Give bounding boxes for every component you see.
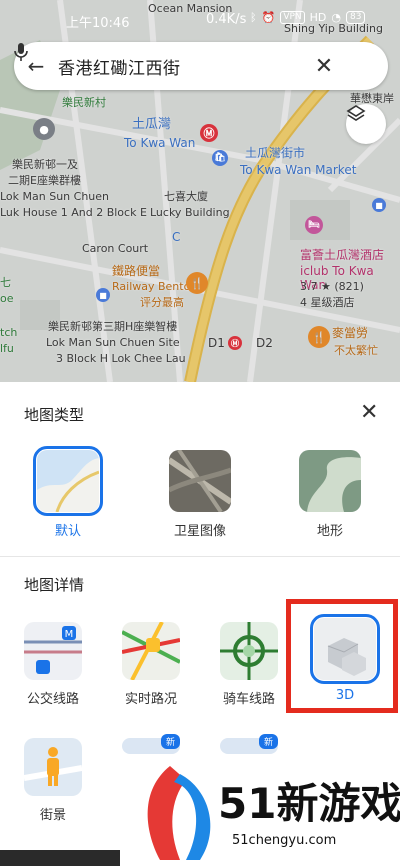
map-label: Caron Court: [82, 242, 149, 255]
map-view[interactable]: 上午10:46 0.4K/s ᛒ ⏰ VPN HD ◔ 83 Ocean Man…: [0, 0, 400, 382]
new-badge: 新: [258, 734, 278, 749]
map-label: 樂民新邨一及: [12, 158, 78, 171]
detail-bicycling[interactable]: 骑车线路: [204, 622, 294, 707]
search-bar[interactable]: ← 香港红磡江西街 ✕: [14, 42, 388, 90]
detail-new-2[interactable]: 新: [204, 734, 294, 754]
map-details-title: 地图详情: [24, 576, 85, 594]
map-label: To Kwa Wan: [124, 136, 196, 150]
map-label: 七喜大廈: [164, 190, 208, 203]
transit-thumbnail: M: [24, 622, 82, 680]
bluetooth-icon: ᛒ: [250, 11, 257, 24]
map-label: Shing Yip Building: [284, 22, 383, 35]
map-label: 麥當勞: [332, 326, 369, 340]
hotel-pin-icon[interactable]: 🛏: [305, 216, 323, 234]
new-badge: 新: [160, 734, 180, 749]
map-type-default[interactable]: 默认: [28, 446, 108, 539]
gesture-bar: [0, 850, 120, 866]
location-pin-icon[interactable]: ●: [33, 118, 55, 140]
close-icon[interactable]: ✕: [360, 402, 378, 424]
map-label: Railway Bento: [112, 280, 191, 293]
map-label: Lok Man Sun Chuen: [0, 190, 110, 203]
poi-pin-icon[interactable]: ■: [372, 198, 386, 212]
terrain-map-thumbnail: [299, 450, 361, 512]
detail-label: 公交线路: [26, 692, 79, 707]
detail-label: 实时路况: [124, 692, 177, 707]
status-time: 上午10:46: [66, 16, 130, 31]
transit-badge: M: [65, 629, 74, 640]
map-type-label: 地形: [316, 524, 343, 539]
alarm-icon: ⏰: [261, 11, 276, 24]
detail-label: 骑车线路: [222, 692, 275, 707]
map-label: oe: [0, 292, 14, 305]
screen: 上午10:46 0.4K/s ᛒ ⏰ VPN HD ◔ 83 Ocean Man…: [0, 0, 400, 866]
street-view-thumbnail: [24, 738, 82, 796]
traffic-thumbnail: [122, 622, 180, 680]
map-label: 富薈土瓜灣酒店: [300, 248, 385, 262]
layers-button[interactable]: [346, 104, 386, 144]
map-label: 4 星级酒店: [300, 296, 355, 309]
map-label: 二期E座樂群樓: [8, 174, 81, 187]
map-label: Luk House 1 And 2 Block E: [0, 206, 147, 219]
map-label: tch: [0, 326, 18, 339]
map-label: D2: [256, 336, 273, 350]
section-divider: [0, 556, 400, 557]
map-label: 不太繁忙: [334, 344, 378, 357]
watermark: 51新游戏 51chengyu.com: [140, 760, 400, 866]
map-label: Ocean Mansion: [148, 2, 233, 15]
map-label: lfu: [0, 342, 14, 355]
map-label: Lucky Building: [150, 206, 230, 219]
satellite-map-thumbnail: [169, 450, 231, 512]
map-label: 评分最高: [140, 296, 184, 309]
map-label: 華懋東岸: [350, 92, 394, 105]
map-label: 樂民新邨第三期H座樂智樓: [48, 320, 178, 333]
watermark-brand: 51新游戏: [218, 779, 400, 828]
detail-new-1[interactable]: 新: [106, 734, 196, 754]
layers-icon: [346, 105, 366, 121]
map-type-satellite[interactable]: 卫星图像: [160, 450, 240, 539]
map-label: Lok Man Sun Chuen Site: [46, 336, 180, 349]
restaurant-pin-icon[interactable]: 🍴: [186, 272, 208, 294]
map-label: 土瓜灣街市: [245, 146, 306, 160]
shopping-icon[interactable]: 🛍: [212, 150, 228, 166]
poi-pin-icon[interactable]: ■: [96, 288, 110, 302]
map-label: To Kwa Wan Market: [240, 163, 357, 177]
map-label: D1: [208, 336, 225, 350]
map-label: 樂民新村: [62, 96, 106, 109]
detail-transit[interactable]: M 公交线路: [8, 622, 98, 707]
default-map-thumbnail: [33, 446, 103, 516]
map-label: 土瓜灣: [132, 117, 172, 132]
map-label: 鐵路便當: [112, 264, 161, 278]
map-type-title: 地图类型: [24, 406, 85, 424]
restaurant-pin-icon[interactable]: 🍴: [308, 326, 330, 348]
mtr-exit-icon[interactable]: Ⓜ: [228, 336, 242, 350]
watermark-url: 51chengyu.com: [232, 833, 336, 848]
map-label: 3 Block H Lok Chee Lau: [56, 352, 186, 365]
mtr-station-icon[interactable]: Ⓜ: [200, 124, 218, 142]
map-label: 3.7 ★ (821): [300, 280, 364, 293]
map-label: 七: [0, 276, 11, 289]
bicycling-thumbnail: [220, 622, 278, 680]
map-label: C: [172, 230, 181, 244]
detail-label: 街景: [39, 808, 66, 823]
map-type-label: 默认: [54, 524, 81, 539]
search-query[interactable]: 香港红磡江西街: [58, 54, 304, 79]
detail-traffic[interactable]: 实时路况: [106, 622, 196, 707]
map-type-terrain[interactable]: 地形: [290, 450, 370, 539]
clear-icon[interactable]: ✕: [304, 54, 344, 79]
highlight-box: [286, 599, 398, 713]
map-type-label: 卫星图像: [173, 524, 226, 539]
detail-street-view[interactable]: 街景: [8, 738, 98, 823]
